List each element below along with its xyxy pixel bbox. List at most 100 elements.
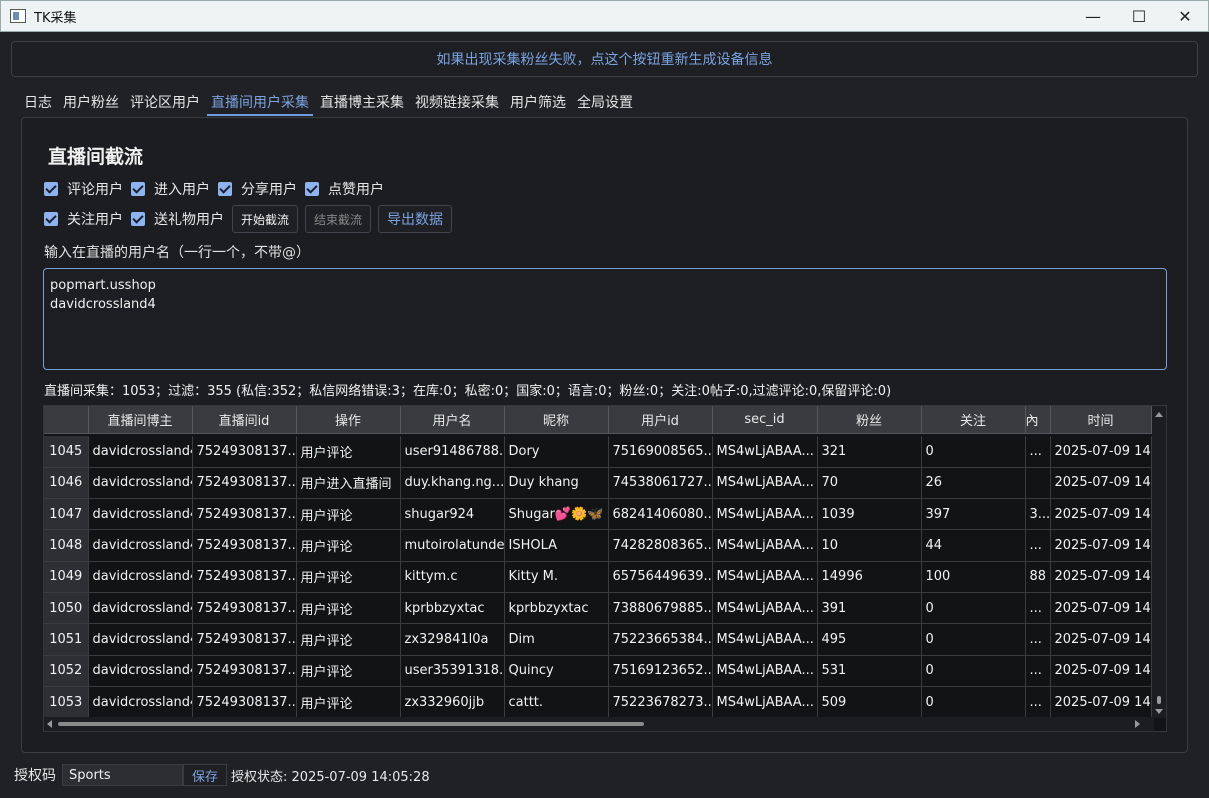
username-cell[interactable]: user35391318...	[400, 655, 505, 687]
host-cell[interactable]: davidcrossland4	[88, 436, 193, 468]
content-cell[interactable]: ...	[1025, 655, 1051, 687]
stop-intercept-button[interactable]: 结束截流	[305, 205, 372, 233]
scroll-down-icon[interactable]	[1155, 709, 1163, 714]
nickname-cell[interactable]: ISHOLA	[504, 529, 609, 562]
sec-id-cell[interactable]: MS4wLjABAA...	[712, 498, 818, 531]
sec-id-cell[interactable]: MS4wLjABAA...	[712, 529, 818, 562]
fans-cell[interactable]: 531	[817, 655, 922, 687]
row-number[interactable]: 1051	[44, 623, 89, 656]
checkbox-like-users[interactable]: 点赞用户	[305, 179, 384, 199]
nickname-cell[interactable]: Duy khang	[504, 467, 609, 500]
fans-cell[interactable]: 10	[817, 529, 922, 562]
content-cell[interactable]: 88	[1025, 561, 1051, 593]
column-header-time[interactable]: 时间	[1050, 406, 1152, 434]
room-id-cell[interactable]: 75249308137...	[192, 686, 297, 719]
user-id-cell[interactable]: 75223665384...	[608, 623, 713, 656]
time-cell[interactable]: 2025-07-09 14:5	[1050, 623, 1152, 656]
username-cell[interactable]: kittym.c	[400, 561, 505, 593]
username-cell[interactable]: user91486788...	[400, 436, 505, 468]
nickname-cell[interactable]: Shugar💕🌼🦋	[504, 498, 609, 531]
action-cell[interactable]: 用户评论	[296, 498, 401, 531]
column-header-user-id[interactable]: 用户id	[608, 406, 713, 434]
host-cell[interactable]: davidcrossland4	[88, 623, 193, 656]
username-cell[interactable]: zx332960jjb	[400, 686, 505, 719]
column-header-host[interactable]: 直播间博主	[88, 406, 193, 434]
time-cell[interactable]: 2025-07-09 14:5	[1050, 467, 1152, 500]
tab-live-room-users[interactable]: 直播间用户采集	[207, 92, 313, 116]
time-cell[interactable]: 2025-07-09 14:5	[1050, 498, 1152, 531]
username-cell[interactable]: shugar924	[400, 498, 505, 531]
sec-id-cell[interactable]: MS4wLjABAA...	[712, 592, 818, 625]
nickname-cell[interactable]: Kitty M.	[504, 561, 609, 593]
tab-comment-users[interactable]: 评论区用户	[126, 92, 204, 116]
action-cell[interactable]: 用户评论	[296, 529, 401, 562]
tab-user-fans[interactable]: 用户粉丝	[59, 92, 123, 116]
checkbox-follow-users[interactable]: 关注用户	[44, 209, 123, 229]
license-code-input[interactable]	[62, 764, 183, 786]
column-header-corner[interactable]	[44, 406, 89, 434]
following-cell[interactable]: 0	[921, 686, 1026, 719]
checkbox-checked-icon[interactable]	[218, 182, 232, 196]
sec-id-cell[interactable]: MS4wLjABAA...	[712, 467, 818, 500]
host-cell[interactable]: davidcrossland4	[88, 529, 193, 562]
room-id-cell[interactable]: 75249308137...	[192, 592, 297, 625]
row-number[interactable]: 1053	[44, 686, 89, 719]
checkbox-share-users[interactable]: 分享用户	[218, 179, 297, 199]
nickname-cell[interactable]: Quincy	[504, 655, 609, 687]
action-cell[interactable]: 用户评论	[296, 686, 401, 719]
horizontal-scrollbar[interactable]	[44, 717, 1154, 731]
checkbox-checked-icon[interactable]	[44, 212, 58, 226]
fans-cell[interactable]: 391	[817, 592, 922, 625]
nickname-cell[interactable]: Dim	[504, 623, 609, 656]
content-cell[interactable]: ...	[1025, 436, 1051, 468]
host-cell[interactable]: davidcrossland4	[88, 498, 193, 531]
action-cell[interactable]: 用户评论	[296, 655, 401, 687]
time-cell[interactable]: 2025-07-09 14:5	[1050, 436, 1152, 468]
scroll-left-icon[interactable]	[47, 720, 52, 728]
username-cell[interactable]: zx329841l0a	[400, 623, 505, 656]
scroll-right-icon[interactable]	[1135, 720, 1140, 728]
action-cell[interactable]: 用户进入直播间	[296, 467, 401, 500]
column-header-username[interactable]: 用户名	[400, 406, 505, 434]
regenerate-device-button[interactable]: 如果出现采集粉丝失败，点这个按钮重新生成设备信息	[11, 41, 1198, 77]
host-cell[interactable]: davidcrossland4	[88, 592, 193, 625]
fans-cell[interactable]: 14996	[817, 561, 922, 593]
table-row[interactable]: 1049 davidcrossland4 75249308137... 用户评论 kit…	[44, 561, 1152, 593]
room-id-cell[interactable]: 75249308137...	[192, 436, 297, 468]
close-button[interactable]: ✕	[1162, 1, 1208, 31]
user-id-cell[interactable]: 74282808365...	[608, 529, 713, 562]
table-row[interactable]: 1048 davidcrossland4 75249308137... 用户评论 mut…	[44, 529, 1152, 562]
username-cell[interactable]: kprbbzyxtac	[400, 592, 505, 625]
scroll-up-icon[interactable]	[1155, 412, 1163, 417]
checkbox-checked-icon[interactable]	[44, 182, 58, 196]
content-cell[interactable]: 3...	[1025, 498, 1051, 531]
user-id-cell[interactable]: 75169123652...	[608, 655, 713, 687]
user-id-cell[interactable]: 65756449639...	[608, 561, 713, 593]
room-id-cell[interactable]: 75249308137...	[192, 655, 297, 687]
column-header-following[interactable]: 关注	[921, 406, 1026, 434]
content-cell[interactable]: ...	[1025, 592, 1051, 625]
checkbox-comment-users[interactable]: 评论用户	[44, 179, 123, 199]
action-cell[interactable]: 用户评论	[296, 623, 401, 656]
following-cell[interactable]: 0	[921, 623, 1026, 656]
checkbox-enter-users[interactable]: 进入用户	[131, 179, 210, 199]
content-cell[interactable]: ...	[1025, 623, 1051, 656]
sec-id-cell[interactable]: MS4wLjABAA...	[712, 686, 818, 719]
following-cell[interactable]: 100	[921, 561, 1026, 593]
column-header-sec-id[interactable]: sec_id	[712, 406, 818, 434]
content-cell[interactable]: ...	[1025, 686, 1051, 719]
vertical-scroll-thumb[interactable]	[1157, 696, 1161, 704]
following-cell[interactable]: 0	[921, 655, 1026, 687]
row-number[interactable]: 1049	[44, 561, 89, 593]
save-license-button[interactable]: 保存	[183, 764, 228, 786]
checkbox-checked-icon[interactable]	[131, 182, 145, 196]
time-cell[interactable]: 2025-07-09 14:5	[1050, 529, 1152, 562]
table-row[interactable]: 1053 davidcrossland4 75249308137... 用户评论 zx3…	[44, 686, 1152, 719]
tab-live-hosts[interactable]: 直播博主采集	[316, 92, 408, 116]
row-number[interactable]: 1048	[44, 529, 89, 562]
column-header-action[interactable]: 操作	[296, 406, 401, 434]
column-header-nickname[interactable]: 昵称	[504, 406, 609, 434]
row-number[interactable]: 1045	[44, 436, 89, 468]
username-textarea[interactable]: popmart.usshop davidcrossland4	[43, 268, 1167, 370]
time-cell[interactable]: 2025-07-09 14:5	[1050, 686, 1152, 719]
